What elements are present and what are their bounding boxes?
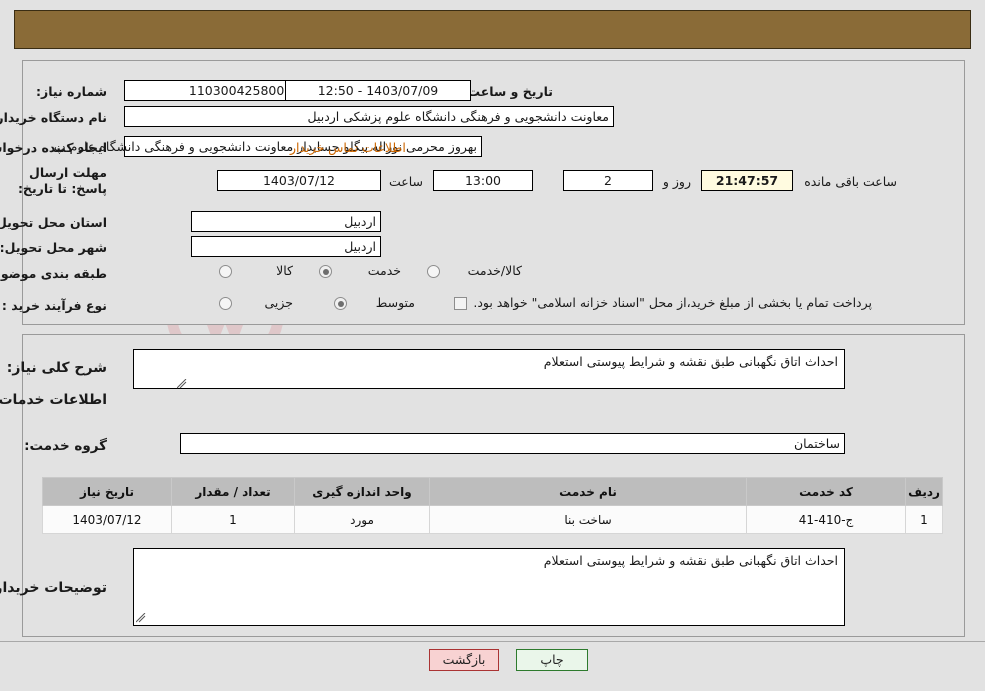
radio-category-service[interactable] [319,265,332,278]
buyer-org-value: معاونت دانشجویی و فرهنگی دانشگاه علوم پز… [124,106,614,127]
cell-unit: مورد [294,505,430,534]
header-bar [14,10,971,49]
th-service-name: نام خدمت [429,477,747,506]
buyer-notes-label: توضیحات خریدار: [0,580,107,596]
city-label: شهر محل تحویل: [0,240,107,255]
deadline-hour-label: ساعت [388,174,423,189]
deadline-label: مهلت ارسال پاسخ: تا تاریخ: [17,165,107,196]
services-section-title: اطلاعات خدمات مورد نیاز [0,392,107,408]
time-left-value: 21:47:57 [701,170,793,191]
table-header-row: ردیف کد خدمت نام خدمت واحد اندازه گیری ت… [42,477,943,506]
radio-process-minor[interactable] [219,297,232,310]
province-label: استان محل تحویل: [0,215,107,230]
cell-need-date: 1403/07/12 [42,505,172,534]
radio-category-goods-service[interactable] [427,265,440,278]
cell-quantity: 1 [171,505,295,534]
radio-category-goods[interactable] [219,265,232,278]
th-row-no: ردیف [905,477,943,506]
services-table: ردیف کد خدمت نام خدمت واحد اندازه گیری ت… [42,477,943,534]
th-unit: واحد اندازه گیری [294,477,430,506]
days-left-label: روز و [662,174,691,189]
radio-category-service-label: خدمت [367,263,401,278]
footer-divider [0,641,985,642]
radio-category-goods-service-label: کالا/خدمت [467,263,522,278]
service-group-value: ساختمان [180,433,845,454]
province-value: اردبیل [191,211,381,232]
time-left-label: ساعت باقی مانده [804,174,897,189]
city-value: اردبیل [191,236,381,257]
th-service-code: کد خدمت [746,477,906,506]
radio-process-medium-label: متوسط [375,295,415,310]
page-root: AriaTender جزئیات اطلاعات نیاز شماره نیا… [0,0,985,691]
cell-row-no: 1 [905,505,943,534]
cell-service-name: ساخت بنا [429,505,747,534]
deadline-time-value: 13:00 [433,170,533,191]
treasury-checkbox[interactable] [454,297,467,310]
service-group-label: گروه خدمت: [24,438,107,454]
buyer-notes-textarea[interactable]: احداث اتاق نگهبانی طبق نقشه و شرایط پیوس… [133,548,845,626]
print-button[interactable]: چاپ [516,649,588,671]
need-number-label: شماره نیاز: [36,84,107,99]
buyer-org-label: نام دستگاه خریدار: [0,110,107,125]
radio-process-medium[interactable] [334,297,347,310]
radio-process-minor-label: جزیی [264,295,293,310]
announce-date-value: 1403/07/09 - 12:50 [285,80,471,101]
table-row: 1 ج-410-41 ساخت بنا مورد 1 1403/07/12 [42,505,943,534]
summary-textarea[interactable]: احداث اتاق نگهبانی طبق نقشه و شرایط پیوس… [133,349,845,389]
category-label: طبقه بندی موضوعی: [0,266,107,281]
process-label: نوع فرآیند خرید : [1,298,107,313]
days-left-value: 2 [563,170,653,191]
radio-category-goods-label: کالا [276,263,293,278]
buyer-contact-link[interactable]: اطلاعات تماس خریدار [290,140,406,155]
summary-label: شرح کلی نیاز: [6,360,107,376]
th-need-date: تاریخ نیاز [42,477,172,506]
treasury-text: پرداخت تمام یا بخشی از مبلغ خرید،از محل … [473,295,872,310]
cell-service-code: ج-410-41 [746,505,906,534]
deadline-date-value: 1403/07/12 [217,170,381,191]
th-quantity: تعداد / مقدار [171,477,295,506]
back-button[interactable]: بازگشت [429,649,499,671]
